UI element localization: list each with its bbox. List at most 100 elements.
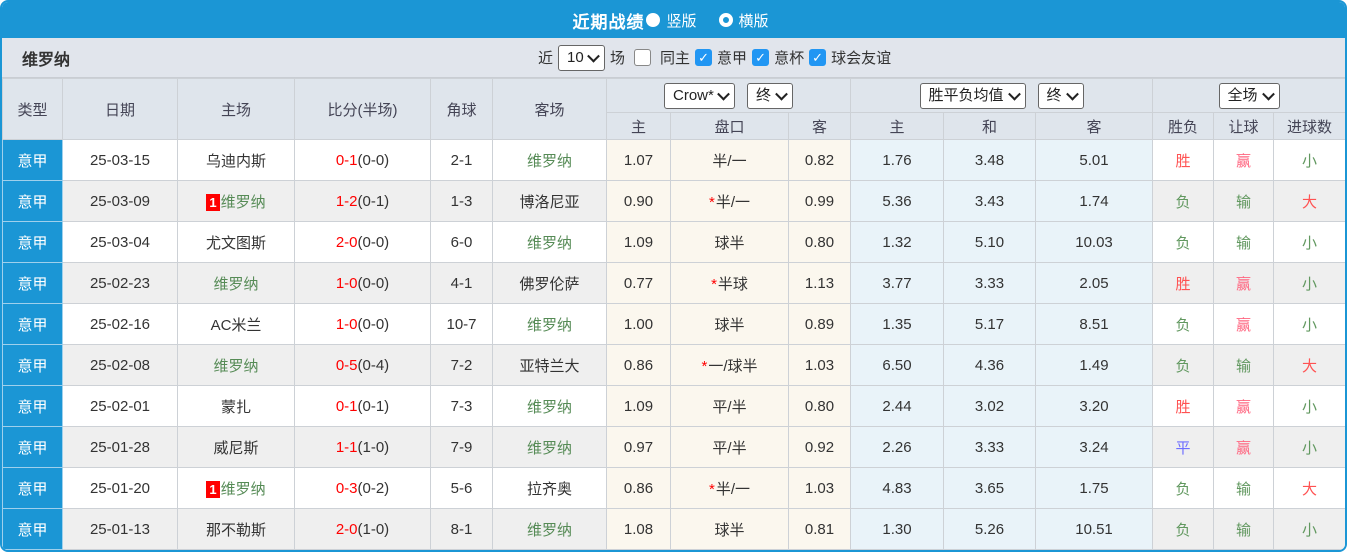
score-cell: 1-0(0-0) — [294, 262, 431, 304]
home-team-name[interactable]: 维罗纳 — [213, 358, 258, 375]
rank-badge: 1 — [206, 480, 220, 498]
avg-win-cell: 4.83 — [850, 467, 945, 509]
away-team-name[interactable]: 博洛尼亚 — [519, 194, 579, 211]
handicap-cell: 平/半 — [670, 426, 789, 468]
league-friendly-checkbox[interactable] — [809, 49, 827, 66]
odds-away-cell: 0.82 — [787, 139, 852, 181]
handicap-cell: *一/球半 — [670, 344, 789, 386]
corner-cell: 7-3 — [430, 385, 493, 427]
avg-lose-cell: 3.24 — [1035, 426, 1154, 468]
header-away: 客场 — [492, 78, 607, 140]
near-label: 近 — [538, 50, 554, 67]
avg-lose-cell: 2.05 — [1035, 262, 1154, 304]
league-cell: 意甲 — [2, 180, 63, 222]
avg-win-cell: 6.50 — [850, 344, 945, 386]
home-cell: 维罗纳 — [177, 344, 295, 386]
away-team-name[interactable]: 拉齐奥 — [527, 481, 572, 498]
league-serie-a-checkbox[interactable] — [695, 49, 713, 66]
score-cell: 0-1(0-1) — [294, 385, 431, 427]
away-team-name[interactable]: 维罗纳 — [527, 153, 572, 170]
horizontal-radio-icon[interactable] — [718, 13, 733, 27]
match-count-select[interactable]: 10 — [558, 44, 606, 71]
home-team-name[interactable]: 尤文图斯 — [206, 235, 266, 252]
odds-home-cell: 1.09 — [606, 221, 671, 263]
home-team-name[interactable]: 维罗纳 — [221, 194, 266, 211]
avg-win-cell: 3.77 — [850, 262, 945, 304]
date-cell: 25-03-04 — [62, 221, 178, 263]
away-team-name[interactable]: 维罗纳 — [527, 522, 572, 539]
corner-cell: 4-1 — [430, 262, 493, 304]
scope-select[interactable]: 全场 — [1218, 82, 1280, 109]
home-team-name[interactable]: 维罗纳 — [213, 276, 258, 293]
avg-win-cell: 2.44 — [850, 385, 945, 427]
odds-home-cell: 0.77 — [606, 262, 671, 304]
avg-time-select[interactable]: 终 — [1037, 82, 1084, 109]
home-team-name[interactable]: 维罗纳 — [221, 481, 266, 498]
match-count-select-wrap: 10 — [558, 44, 606, 71]
avg-select[interactable]: 胜平负均值 — [919, 82, 1026, 109]
home-team-name[interactable]: 威尼斯 — [213, 440, 258, 457]
result-cell: 负 — [1152, 508, 1215, 550]
scope-select-wrap: 全场 — [1218, 82, 1280, 109]
vertical-radio-label[interactable]: 竖版 — [666, 10, 696, 31]
away-team-name[interactable]: 维罗纳 — [527, 317, 572, 334]
spread-cell: 输 — [1213, 344, 1275, 386]
odds-time-select[interactable]: 终 — [747, 82, 793, 109]
league-cell: 意甲 — [2, 426, 63, 468]
result-cell: 负 — [1152, 180, 1215, 222]
avg-select-wrap: 胜平负均值 — [919, 82, 1026, 109]
horizontal-radio-label[interactable]: 横版 — [739, 10, 769, 31]
header-spread: 让球 — [1213, 112, 1275, 140]
league-cell: 意甲 — [2, 385, 63, 427]
goals-cell: 小 — [1273, 262, 1345, 304]
away-team-name[interactable]: 维罗纳 — [527, 399, 572, 416]
league-cup-label[interactable]: 意杯 — [774, 47, 804, 68]
away-cell: 亚特兰大 — [492, 344, 607, 386]
avg-lose-cell: 1.74 — [1035, 180, 1154, 222]
date-cell: 25-01-20 — [62, 467, 178, 509]
header-avg-group: 胜平负均值 终 — [850, 78, 1154, 113]
home-team-name[interactable]: 那不勒斯 — [206, 522, 266, 539]
home-cell: 蒙扎 — [177, 385, 295, 427]
handicap-name: 球半 — [714, 234, 745, 252]
filter-controls: 近 10 场 同主 意甲 意杯 球会友谊 — [538, 38, 891, 77]
fulltime-score: 0-3 — [335, 479, 358, 497]
away-team-name[interactable]: 亚特兰大 — [519, 358, 579, 375]
halftime-score: (1-0) — [357, 520, 390, 538]
fulltime-score: 1-1 — [335, 438, 358, 456]
score-cell: 1-0(0-0) — [294, 303, 431, 345]
date-cell: 25-01-13 — [62, 508, 178, 550]
league-cup-checkbox[interactable] — [752, 49, 770, 66]
table-row: 意甲 25-03-09 1 维罗纳 1-2(0-1) 1-3 博洛尼亚 0.90 … — [2, 180, 1345, 222]
home-team-name[interactable]: 蒙扎 — [221, 399, 251, 416]
date-cell: 25-02-16 — [62, 303, 178, 345]
vertical-radio-icon[interactable] — [646, 13, 661, 27]
odds-company-select[interactable]: Crow* — [664, 82, 735, 109]
odds-home-cell: 0.86 — [606, 467, 671, 509]
corner-cell: 2-1 — [430, 139, 493, 181]
league-serie-a-label[interactable]: 意甲 — [717, 47, 747, 68]
header-home: 主场 — [177, 78, 295, 140]
same-home-checkbox[interactable] — [634, 49, 652, 66]
odds-away-cell: 0.80 — [787, 385, 852, 427]
handicap-name: 平/半 — [712, 398, 747, 416]
corner-cell: 5-6 — [430, 467, 493, 509]
home-team-name[interactable]: 乌迪内斯 — [206, 153, 266, 170]
league-cell: 意甲 — [2, 303, 63, 345]
away-team-name[interactable]: 佛罗伦萨 — [519, 276, 579, 293]
header-avg-lose: 客 — [1035, 112, 1154, 140]
league-friendly-label[interactable]: 球会友谊 — [831, 47, 891, 68]
away-team-name[interactable]: 维罗纳 — [527, 440, 572, 457]
home-team-name[interactable]: AC米兰 — [211, 317, 262, 334]
handicap-name: 半/一 — [712, 152, 747, 170]
away-team-name[interactable]: 维罗纳 — [527, 235, 572, 252]
odds-away-cell: 0.80 — [787, 221, 852, 263]
same-home-label[interactable]: 同主 — [660, 47, 690, 68]
avg-lose-cell: 1.49 — [1035, 344, 1154, 386]
league-cell: 意甲 — [2, 221, 63, 263]
goals-cell: 大 — [1273, 467, 1345, 509]
header-scope-group: 全场 — [1152, 78, 1345, 113]
avg-draw-cell: 3.48 — [943, 139, 1037, 181]
goals-cell: 小 — [1273, 303, 1345, 345]
fulltime-score: 2-0 — [335, 233, 358, 251]
